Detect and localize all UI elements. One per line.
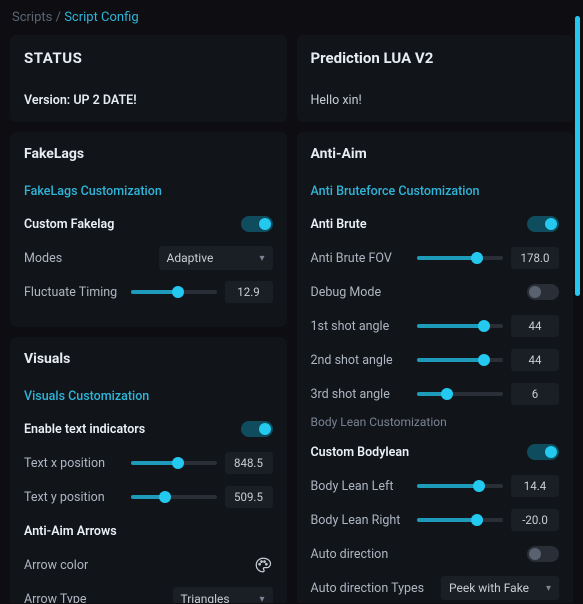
shot3-slider[interactable]: [417, 392, 503, 396]
custom-bodylean-label: Custom Bodylean: [311, 445, 410, 460]
status-title: STATUS: [24, 49, 273, 67]
shot1-label: 1st shot angle: [311, 319, 390, 334]
shot1-slider[interactable]: [417, 324, 503, 328]
fakelags-title: FakeLags: [24, 146, 273, 162]
anti-brute-fov-slider[interactable]: [417, 256, 503, 260]
debug-mode-label: Debug Mode: [311, 285, 382, 300]
modes-select[interactable]: Adaptive ▾: [159, 246, 273, 270]
body-lean-right-slider[interactable]: [417, 518, 503, 522]
shot1-value[interactable]: 44: [511, 315, 559, 337]
shot2-slider[interactable]: [417, 358, 503, 362]
status-card: STATUS Version: UP 2 DATE!: [10, 35, 287, 122]
text-y-slider[interactable]: [131, 495, 217, 499]
arrow-type-select[interactable]: Triangles ▾: [173, 587, 273, 603]
breadcrumb-current: Script Config: [64, 10, 138, 25]
fluctuate-slider[interactable]: [131, 290, 217, 294]
prediction-title: Prediction LUA V2: [311, 49, 560, 67]
body-lean-left-label: Body Lean Left: [311, 479, 394, 494]
auto-direction-types-select[interactable]: Peek with Fake ▾: [441, 576, 559, 600]
text-indicators-label: Enable text indicators: [24, 422, 145, 437]
fluctuate-value[interactable]: 12.9: [225, 281, 273, 303]
left-column: STATUS Version: UP 2 DATE! FakeLags Fake…: [10, 35, 287, 603]
visuals-card: Visuals Visuals Customization Enable tex…: [10, 337, 287, 603]
breadcrumb: Scripts / Script Config: [10, 8, 573, 35]
prediction-card: Prediction LUA V2 Hello xin!: [297, 35, 574, 122]
body-lean-subhead: Body Lean Customization: [311, 415, 560, 429]
shot2-value[interactable]: 44: [511, 349, 559, 371]
chevron-down-icon: ▾: [259, 253, 264, 264]
debug-mode-toggle[interactable]: [527, 284, 559, 300]
text-x-label: Text x position: [24, 456, 105, 471]
breadcrumb-root[interactable]: Scripts: [12, 10, 52, 25]
anti-brute-fov-value[interactable]: 178.0: [511, 247, 559, 269]
shot2-label: 2nd shot angle: [311, 353, 393, 368]
body-lean-right-value[interactable]: -20.0: [511, 509, 559, 531]
fakelags-subhead: FakeLags Customization: [24, 184, 273, 199]
text-y-label: Text y position: [24, 490, 105, 505]
text-indicators-toggle[interactable]: [241, 421, 273, 437]
scrollbar[interactable]: [575, 16, 580, 296]
anti-brute-toggle[interactable]: [527, 216, 559, 232]
auto-direction-types-label: Auto direction Types: [311, 581, 425, 596]
modes-label: Modes: [24, 251, 62, 266]
shot3-label: 3rd shot angle: [311, 387, 390, 402]
visuals-subhead: Visuals Customization: [24, 389, 273, 404]
text-x-value[interactable]: 848.5: [225, 452, 273, 474]
custom-bodylean-toggle[interactable]: [527, 444, 559, 460]
anti-aim-arrows-label: Anti-Aim Arrows: [24, 524, 117, 539]
right-column: Prediction LUA V2 Hello xin! Anti-Aim An…: [297, 35, 574, 603]
anti-aim-subhead: Anti Bruteforce Customization: [311, 184, 560, 199]
auto-direction-label: Auto direction: [311, 547, 389, 562]
arrow-color-label: Arrow color: [24, 558, 88, 573]
status-version: Version: UP 2 DATE!: [24, 93, 273, 108]
body-lean-right-label: Body Lean Right: [311, 513, 401, 528]
chevron-down-icon: ▾: [546, 583, 551, 594]
chevron-down-icon: ▾: [259, 594, 264, 604]
body-lean-left-value[interactable]: 14.4: [511, 475, 559, 497]
prediction-hello: Hello xin!: [311, 93, 560, 108]
arrow-type-label: Arrow Type: [24, 592, 86, 604]
custom-fakelag-toggle[interactable]: [241, 216, 273, 232]
auto-direction-toggle[interactable]: [527, 546, 559, 562]
text-y-value[interactable]: 509.5: [225, 486, 273, 508]
fluctuate-label: Fluctuate Timing: [24, 285, 117, 300]
visuals-title: Visuals: [24, 351, 273, 367]
anti-aim-card: Anti-Aim Anti Bruteforce Customization A…: [297, 132, 574, 603]
custom-fakelag-label: Custom Fakelag: [24, 217, 114, 232]
body-lean-left-slider[interactable]: [417, 484, 503, 488]
fakelags-card: FakeLags FakeLags Customization Custom F…: [10, 132, 287, 327]
anti-aim-title: Anti-Aim: [311, 146, 560, 162]
anti-brute-fov-label: Anti Brute FOV: [311, 251, 392, 266]
shot3-value[interactable]: 6: [511, 383, 559, 405]
anti-brute-label: Anti Brute: [311, 217, 367, 232]
text-x-slider[interactable]: [131, 461, 217, 465]
palette-icon[interactable]: [253, 555, 273, 575]
